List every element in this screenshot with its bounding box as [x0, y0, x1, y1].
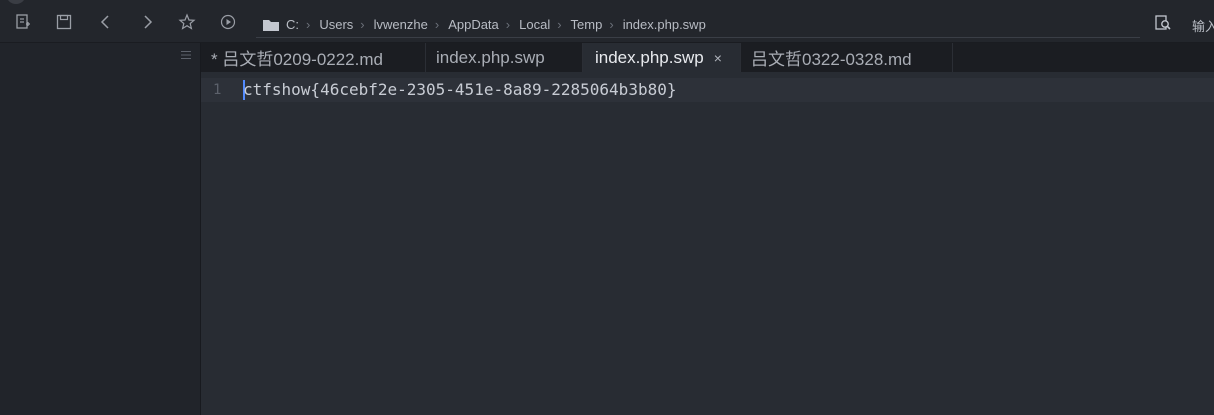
- tab-md-0322[interactable]: 吕文哲0322-0328.md: [741, 43, 953, 72]
- breadcrumb-segment[interactable]: index.php.swp: [623, 17, 706, 32]
- menu-icon[interactable]: [180, 50, 192, 60]
- breadcrumb: C: › Users › lvwenzhe › AppData › Local …: [256, 12, 1140, 38]
- chevron-right-icon: ›: [434, 17, 440, 32]
- tab-index-swp-active[interactable]: index.php.swp ×: [583, 43, 741, 72]
- editor[interactable]: 1 ctfshow{46cebf2e-2305-451e-8a89-228506…: [201, 72, 1214, 415]
- breadcrumb-segment[interactable]: AppData: [448, 17, 499, 32]
- breadcrumb-segment[interactable]: lvwenzhe: [374, 17, 428, 32]
- find-in-file-icon[interactable]: [1154, 14, 1172, 32]
- star-icon[interactable]: [177, 12, 197, 32]
- forward-icon[interactable]: [137, 12, 157, 32]
- tab-label: index.php.swp: [436, 47, 545, 67]
- tab-bar: * 吕文哲0209-0222.md index.php.swp index.ph…: [201, 43, 1214, 72]
- close-icon[interactable]: ×: [714, 50, 722, 66]
- breadcrumb-segment[interactable]: Users: [319, 17, 353, 32]
- chevron-right-icon: ›: [609, 17, 614, 32]
- chevron-right-icon: ›: [505, 17, 511, 32]
- breadcrumb-segment[interactable]: C:: [286, 17, 299, 32]
- line-number: 1: [213, 82, 222, 98]
- breadcrumb-segment[interactable]: Local: [519, 17, 550, 32]
- folder-icon[interactable]: [262, 18, 280, 32]
- sidebar: [0, 43, 201, 415]
- back-icon[interactable]: [96, 12, 116, 32]
- tab-label: 吕文哲0322-0328.md: [751, 50, 912, 69]
- chevron-right-icon: ›: [557, 17, 562, 32]
- window-control-icon[interactable]: [6, 0, 26, 4]
- toolbar: C: › Users › lvwenzhe › AppData › Local …: [0, 0, 1214, 43]
- tab-md-0209[interactable]: * 吕文哲0209-0222.md: [201, 43, 426, 72]
- tab-index-swp[interactable]: index.php.swp: [426, 43, 583, 72]
- tab-label: * 吕文哲0209-0222.md: [211, 50, 383, 69]
- tab-label: index.php.swp: [595, 47, 704, 67]
- play-icon[interactable]: [218, 12, 238, 32]
- code-line[interactable]: ctfshow{46cebf2e-2305-451e-8a89-2285064b…: [243, 79, 676, 101]
- new-file-icon[interactable]: [13, 12, 33, 32]
- chevron-right-icon: ›: [360, 17, 365, 32]
- breadcrumb-segment[interactable]: Temp: [571, 17, 603, 32]
- save-icon[interactable]: [54, 12, 74, 32]
- chevron-right-icon: ›: [306, 17, 311, 32]
- input-label[interactable]: 输入: [1192, 16, 1214, 35]
